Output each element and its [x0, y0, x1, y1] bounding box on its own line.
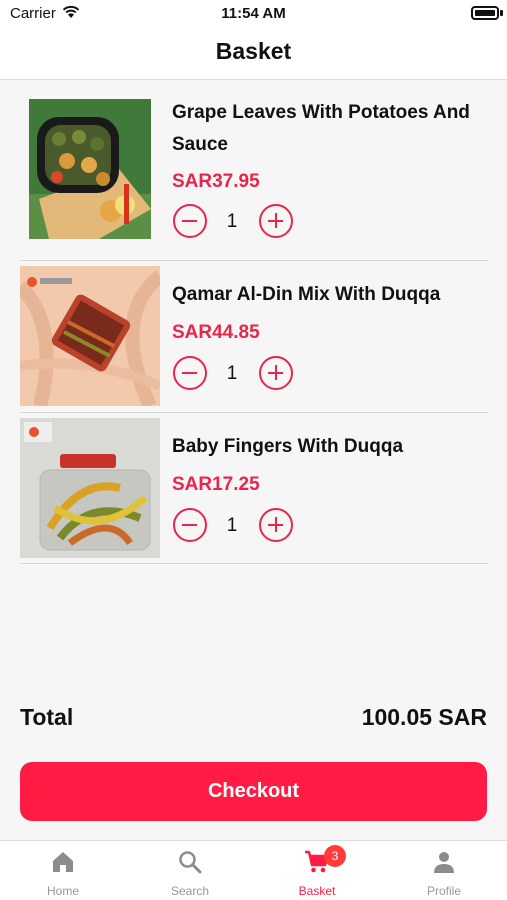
total-value: 100.05 SAR [361, 704, 487, 730]
decrease-quantity-button[interactable] [173, 508, 207, 542]
increase-quantity-button[interactable] [259, 356, 293, 390]
increase-quantity-button[interactable] [259, 204, 293, 238]
item-price: SAR44.85 [172, 322, 260, 343]
basket-item: Baby Fingers With Duqqa SAR17.25 1 [20, 414, 488, 564]
item-price: SAR37.95 [172, 171, 260, 192]
item-quantity: 1 [226, 363, 238, 384]
tab-bar: Home Search 3 Basket Profile [0, 840, 507, 900]
decrease-quantity-button[interactable] [173, 204, 207, 238]
item-image[interactable] [29, 99, 151, 239]
tab-profile[interactable]: Profile [381, 841, 507, 900]
minus-icon [182, 371, 197, 374]
item-image[interactable] [20, 418, 160, 558]
checkout-button[interactable]: Checkout [20, 762, 487, 821]
item-name: Grape Leaves With Potatoes And Sauce [172, 102, 470, 155]
tab-label: Profile [426, 884, 461, 898]
tab-home[interactable]: Home [0, 841, 126, 900]
battery-icon [471, 6, 499, 20]
plus-icon-v [274, 365, 277, 380]
basket-item: Grape Leaves With Potatoes And Sauce SAR… [20, 97, 488, 261]
tab-search[interactable]: Search [127, 841, 253, 900]
plus-icon-v [274, 213, 277, 228]
profile-icon [434, 852, 454, 873]
total-label: Total [20, 704, 74, 730]
page-title: Basket [215, 38, 292, 64]
plus-icon-v [274, 517, 277, 532]
minus-icon [182, 523, 197, 526]
status-bar: Carrier 11:54 AM [0, 0, 507, 28]
status-time: 11:54 AM [221, 5, 286, 22]
item-quantity: 1 [226, 211, 238, 232]
item-name: Baby Fingers With Duqqa [172, 436, 404, 457]
tab-label: Home [46, 884, 79, 898]
cart-count-badge: 3 [324, 845, 346, 867]
home-icon [53, 852, 73, 872]
increase-quantity-button[interactable] [259, 508, 293, 542]
basket-item: Qamar Al-Din Mix With Duqqa SAR44.85 1 [20, 262, 488, 413]
item-image[interactable] [20, 266, 160, 406]
battery-tip [500, 10, 503, 16]
item-price: SAR17.25 [172, 474, 260, 495]
tab-basket[interactable]: 3 Basket [254, 841, 380, 900]
minus-icon [182, 219, 197, 222]
tab-label: Basket [298, 884, 336, 898]
tab-label: Search [170, 884, 210, 898]
search-icon [179, 851, 202, 874]
nav-bar: Basket [0, 28, 507, 80]
decrease-quantity-button[interactable] [173, 356, 207, 390]
item-name: Qamar Al-Din Mix With Duqqa [172, 284, 441, 305]
item-quantity: 1 [226, 515, 238, 536]
